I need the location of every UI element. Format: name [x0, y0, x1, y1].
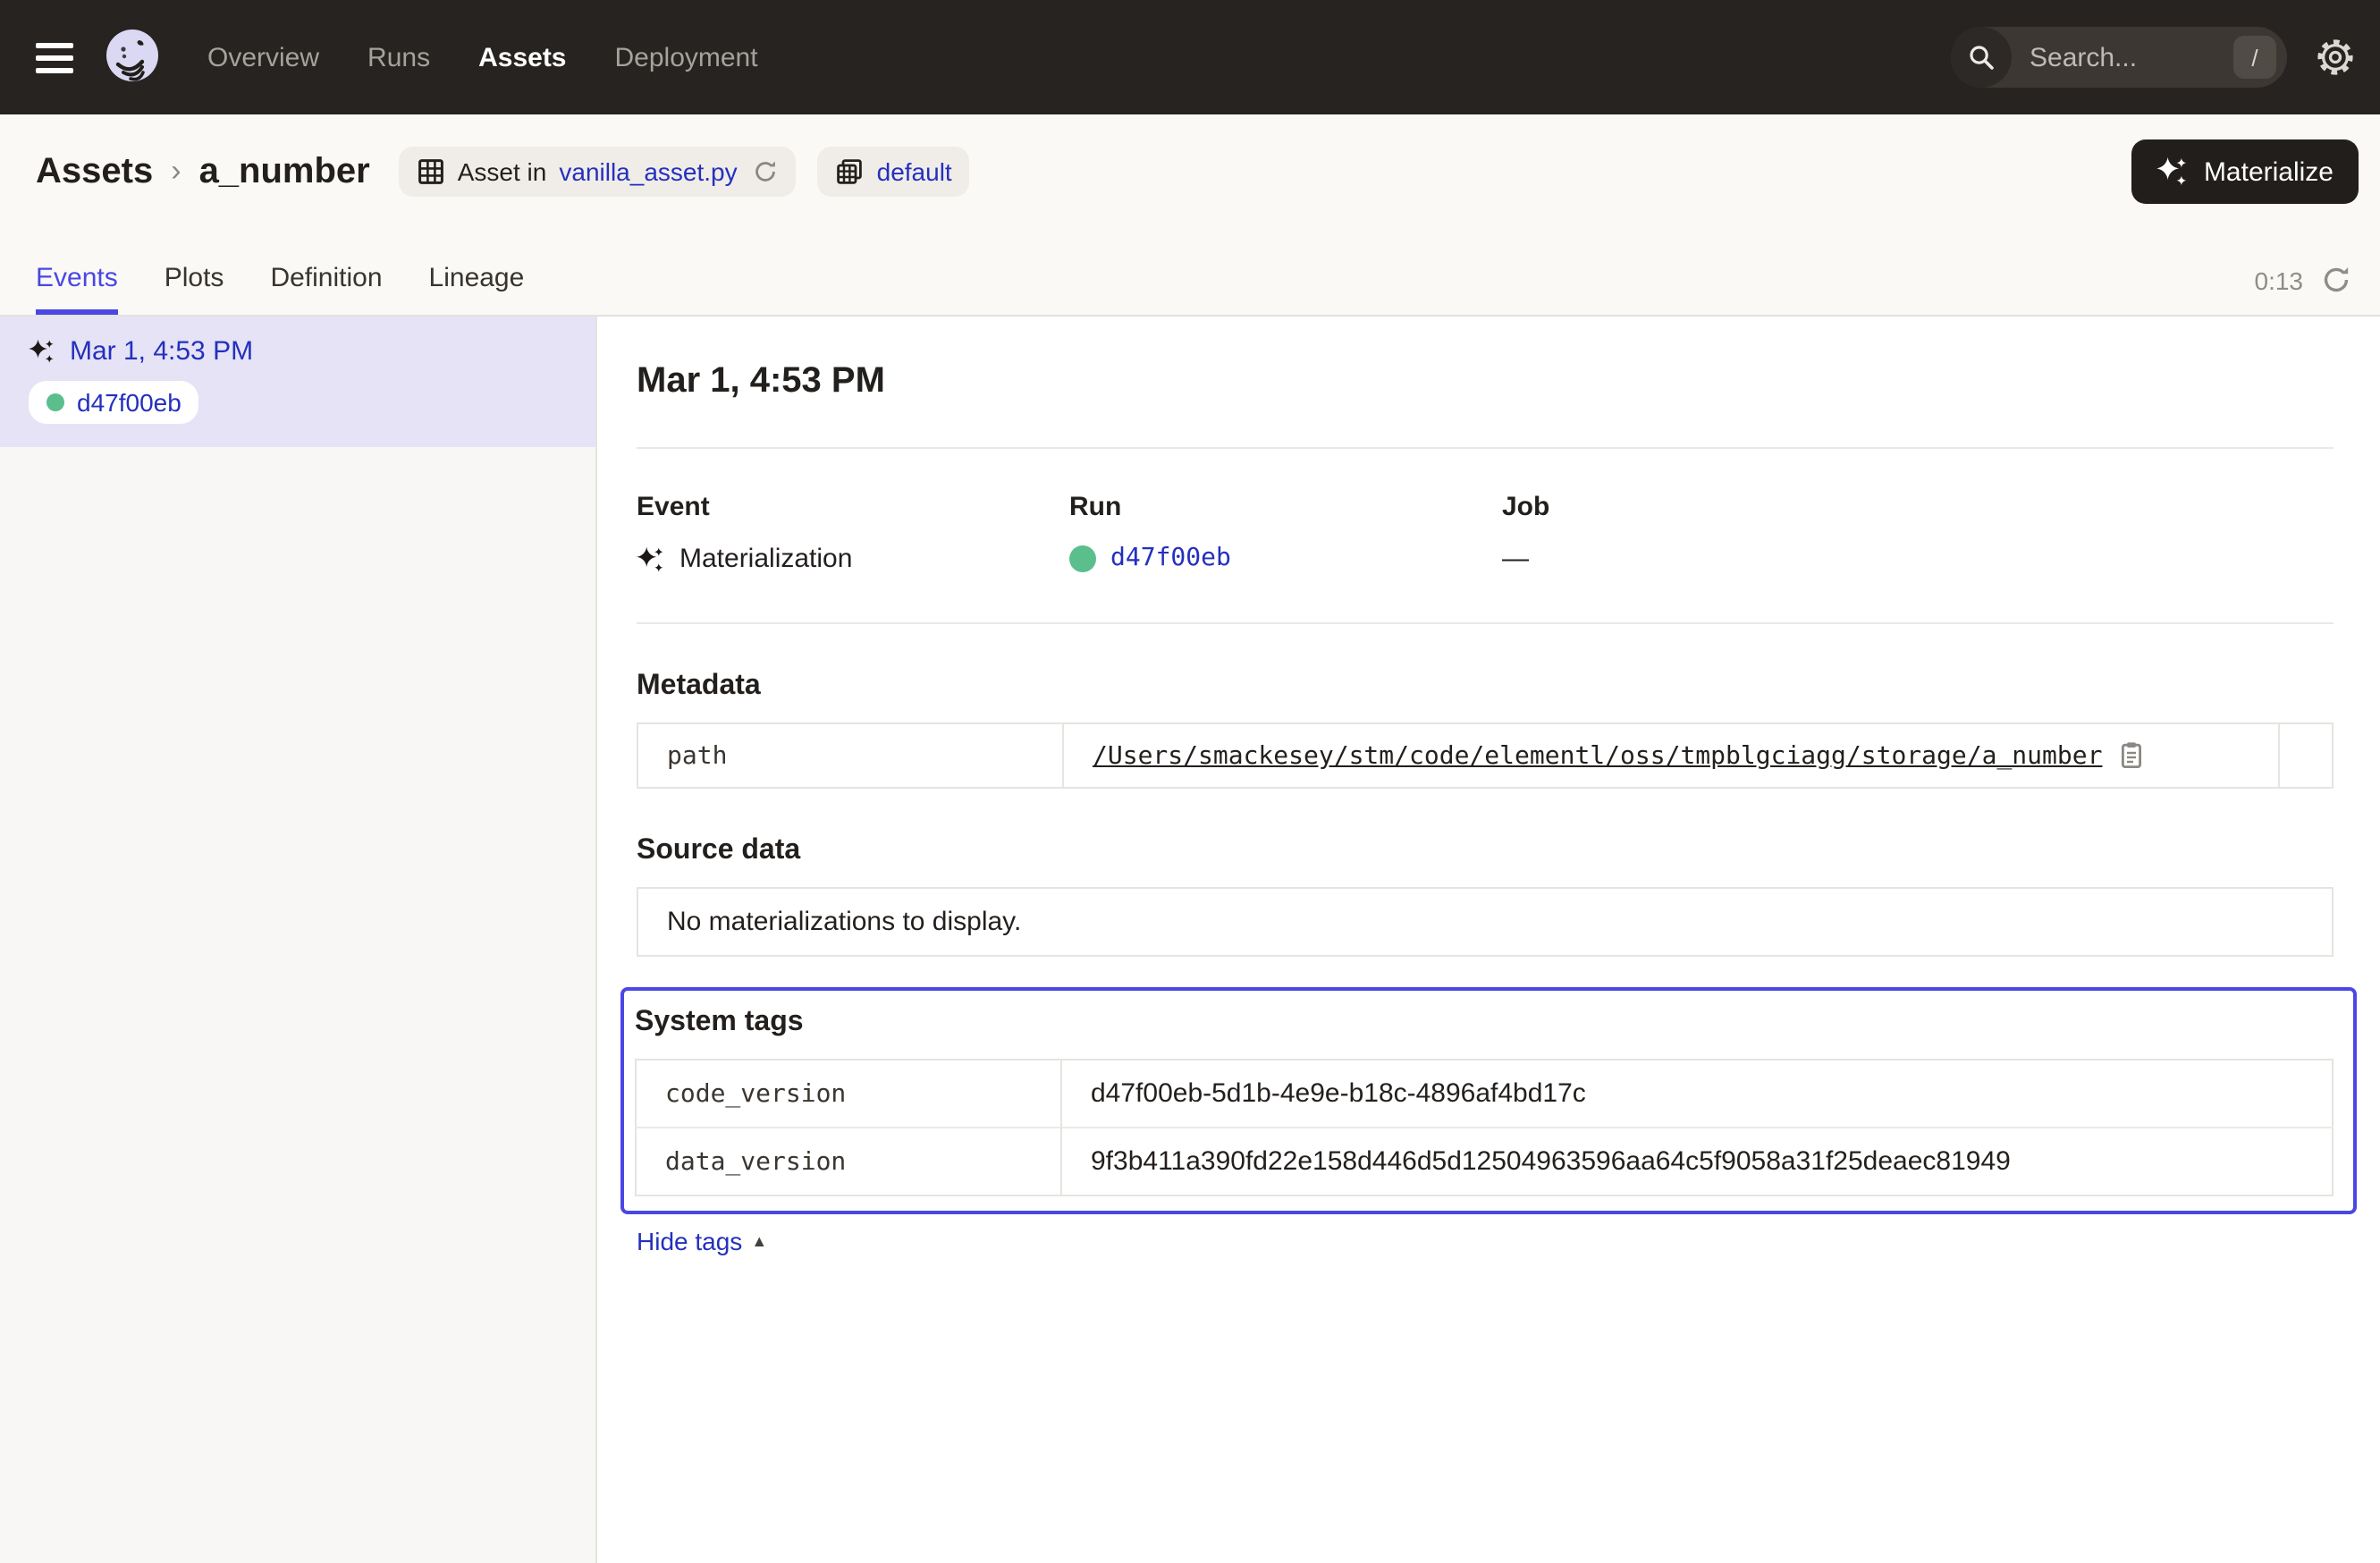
- tag-key: code_version: [636, 1060, 1061, 1128]
- page-header: Assets › a_number Asset in vanilla_asset…: [0, 114, 2380, 317]
- asset-group-link[interactable]: default: [877, 157, 952, 186]
- content-area: Mar 1, 4:53 PM d47f00eb Mar 1, 4:53 PM E…: [0, 317, 2380, 1563]
- run-column-label: Run: [1069, 492, 1502, 522]
- job-column: Job —: [1502, 492, 1935, 574]
- metadata-table: path /Users/smackesey/stm/code/elementl/…: [637, 722, 2334, 789]
- breadcrumb-row: Assets › a_number Asset in vanilla_asset…: [0, 139, 2380, 204]
- path-value-link[interactable]: /Users/smackesey/stm/code/elementl/oss/t…: [1093, 742, 2102, 771]
- caret-up-icon: ▲: [751, 1232, 767, 1250]
- tab-lineage[interactable]: Lineage: [429, 263, 525, 315]
- system-tags-highlight-box: System tags code_version d47f00eb-5d1b-4…: [620, 987, 2357, 1214]
- tab-bar: Events Plots Definition Lineage 0:13: [0, 204, 2380, 315]
- asset-group-icon: [836, 157, 865, 186]
- refresh-icon: [754, 159, 779, 184]
- hide-tags-link[interactable]: Hide tags: [637, 1227, 742, 1255]
- job-column-label: Job: [1502, 492, 1935, 522]
- primary-nav: Overview Runs Assets Deployment: [207, 42, 758, 72]
- search-icon: [1951, 27, 2012, 88]
- nav-item-overview[interactable]: Overview: [207, 42, 319, 72]
- event-column: Event Materialization: [637, 492, 1069, 574]
- dagster-logo-icon[interactable]: [100, 25, 165, 89]
- refresh-icon: [2321, 265, 2351, 295]
- top-navbar: Overview Runs Assets Deployment /: [0, 0, 2380, 114]
- breadcrumb-assets[interactable]: Assets: [36, 151, 153, 192]
- event-detail-panel: Mar 1, 4:53 PM Event Materialization: [597, 317, 2380, 1563]
- table-row: code_version d47f00eb-5d1b-4e9e-b18c-489…: [636, 1060, 2333, 1128]
- system-tags-heading: System tags: [635, 1007, 2334, 1039]
- divider: [637, 622, 2334, 624]
- run-column: Run d47f00eb: [1069, 492, 1502, 574]
- run-id-link[interactable]: d47f00eb: [1110, 544, 1231, 572]
- hamburger-menu-icon[interactable]: [36, 42, 73, 72]
- job-value: —: [1502, 544, 1529, 574]
- gear-icon: [2316, 38, 2355, 77]
- nav-item-runs[interactable]: Runs: [367, 42, 430, 72]
- materialization-sparkle-icon: [29, 338, 55, 365]
- asset-chip-prefix: Asset in: [458, 157, 547, 186]
- event-timestamp-link[interactable]: Mar 1, 4:53 PM: [70, 336, 253, 367]
- metadata-key: path: [637, 723, 1063, 788]
- copy-button[interactable]: [2116, 740, 2145, 769]
- event-list-item-selected[interactable]: Mar 1, 4:53 PM d47f00eb: [0, 317, 595, 447]
- asset-grid-icon: [417, 157, 445, 186]
- system-tags-table: code_version d47f00eb-5d1b-4e9e-b18c-489…: [635, 1059, 2334, 1196]
- metadata-heading: Metadata: [637, 671, 2334, 703]
- run-status-dot: [46, 393, 64, 411]
- refresh-button[interactable]: [2321, 265, 2351, 295]
- event-title: Mar 1, 4:53 PM: [637, 356, 2334, 406]
- asset-group-chip: default: [818, 147, 970, 197]
- event-list-sidebar: Mar 1, 4:53 PM d47f00eb: [0, 317, 597, 1563]
- search-box[interactable]: /: [1951, 27, 2287, 88]
- tag-key: data_version: [636, 1128, 1061, 1195]
- chevron-right-icon: ›: [171, 154, 181, 190]
- source-data-empty-state: No materializations to display.: [637, 887, 2334, 957]
- tab-definition[interactable]: Definition: [270, 263, 382, 315]
- nav-item-deployment[interactable]: Deployment: [615, 42, 758, 72]
- materialize-button-label: Materialize: [2204, 156, 2334, 187]
- tag-value: d47f00eb-5d1b-4e9e-b18c-4896af4bd17c: [1061, 1060, 2333, 1128]
- nav-item-assets[interactable]: Assets: [478, 42, 566, 72]
- asset-file-link[interactable]: vanilla_asset.py: [559, 157, 737, 186]
- tab-events[interactable]: Events: [36, 263, 118, 315]
- tab-plots[interactable]: Plots: [165, 263, 224, 315]
- event-summary-columns: Event Materialization Run d47f0: [637, 492, 2334, 574]
- materialization-sparkle-icon: [637, 545, 665, 573]
- table-row: path /Users/smackesey/stm/code/elementl/…: [637, 723, 2333, 788]
- event-column-label: Event: [637, 492, 1069, 522]
- poll-countdown: 0:13: [2255, 266, 2304, 294]
- table-row: data_version 9f3b411a390fd22e158d446d5d1…: [636, 1128, 2333, 1195]
- clipboard-icon: [2116, 740, 2145, 769]
- run-tag-chip[interactable]: d47f00eb: [29, 381, 199, 424]
- run-status-dot: [1069, 545, 1096, 571]
- app-root: Overview Runs Assets Deployment /: [0, 0, 2380, 1563]
- asset-definition-chip: Asset in vanilla_asset.py: [399, 147, 797, 197]
- source-data-heading: Source data: [637, 835, 2334, 867]
- search-shortcut-badge: /: [2233, 36, 2276, 79]
- run-id-label: d47f00eb: [77, 388, 181, 417]
- reload-definitions-button[interactable]: [754, 159, 779, 184]
- breadcrumb-asset-name: a_number: [199, 151, 370, 192]
- metadata-actions-cell: [2279, 723, 2333, 788]
- divider: [637, 447, 2334, 449]
- tag-value: 9f3b411a390fd22e158d446d5d12504963596aa6…: [1061, 1128, 2333, 1195]
- search-input[interactable]: [2012, 42, 2233, 72]
- materialize-button[interactable]: Materialize: [2132, 139, 2359, 204]
- sparkle-icon: [2157, 156, 2190, 188]
- event-type-value: Materialization: [679, 544, 852, 574]
- settings-button[interactable]: [2316, 38, 2355, 77]
